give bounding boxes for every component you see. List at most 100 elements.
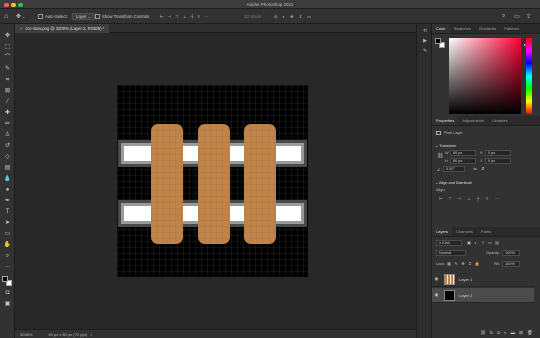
quick-mask-icon[interactable]: ◘ xyxy=(2,290,13,297)
healing-brush-icon[interactable]: ✚ xyxy=(2,110,13,117)
status-arrow-icon[interactable]: › xyxy=(91,332,92,337)
more-align-icon[interactable]: ··· xyxy=(494,196,500,201)
layer-style-icon[interactable]: fx xyxy=(490,330,494,336)
visibility-eye-icon[interactable]: ◉ xyxy=(432,292,441,298)
marquee-tool-icon[interactable]: ⬚ xyxy=(2,44,13,51)
blend-mode-dropdown[interactable]: Normal xyxy=(436,250,466,256)
tab-patterns[interactable]: Patterns xyxy=(500,24,523,33)
3d-roll-icon[interactable]: ◐ xyxy=(283,14,286,19)
rectangle-tool-icon[interactable]: ▭ xyxy=(2,231,13,238)
eraser-tool-icon[interactable]: ◇ xyxy=(2,154,13,161)
clone-stamp-icon[interactable]: ♙ xyxy=(2,132,13,139)
close-tab-icon[interactable]: × xyxy=(20,26,22,31)
align-right-edges-icon[interactable]: ⊤ xyxy=(175,14,179,19)
hand-tool-icon[interactable]: ✋ xyxy=(2,242,13,249)
document-canvas[interactable] xyxy=(117,85,308,277)
lock-all-icon[interactable]: 🔒 xyxy=(474,261,480,266)
brush-settings-icon[interactable]: ✎ xyxy=(421,48,429,54)
hue-slider[interactable] xyxy=(526,38,532,114)
hue-slider-handle[interactable]: ▸ xyxy=(524,42,526,47)
more-options-icon[interactable]: ··· xyxy=(204,14,208,19)
quick-selection-tool-icon[interactable]: ✎ xyxy=(2,66,13,73)
filter-type-icon[interactable]: T xyxy=(480,240,486,245)
history-brush-icon[interactable]: ↺ xyxy=(2,143,13,150)
tab-channels[interactable]: Channels xyxy=(452,227,477,236)
flip-vertical-icon[interactable]: ⇵ xyxy=(480,166,486,171)
zoom-tool-icon[interactable]: ⌕ xyxy=(2,253,13,260)
new-layer-icon[interactable]: ⊞ xyxy=(519,330,523,336)
workspace-icon[interactable]: ▭ xyxy=(514,13,520,20)
x-field[interactable]: 0 px xyxy=(485,150,511,156)
auto-select-checkbox[interactable] xyxy=(38,14,43,19)
tab-color[interactable]: Color xyxy=(432,24,450,33)
3d-scale-icon[interactable]: ▭ xyxy=(307,14,311,19)
blur-tool-icon[interactable]: 💧 xyxy=(2,176,13,183)
align-vertical-center-icon[interactable]: ┼ xyxy=(475,196,481,201)
search-icon[interactable]: ⌕ xyxy=(502,13,505,20)
eyedropper-tool-icon[interactable]: ⁄ xyxy=(2,99,13,106)
tab-properties[interactable]: Properties xyxy=(432,116,459,125)
add-mask-icon[interactable]: ◘ xyxy=(497,330,500,336)
lock-position-icon[interactable]: ✥ xyxy=(460,261,466,266)
filter-shape-icon[interactable]: ▭ xyxy=(487,240,493,245)
fill-field[interactable]: 100% xyxy=(502,261,520,267)
move-tool-icon[interactable]: ✥ xyxy=(2,33,13,40)
flip-horizontal-icon[interactable]: ⇋ xyxy=(472,166,478,171)
auto-select-dropdown[interactable]: Layer ⌄ xyxy=(72,13,96,20)
align-top-icon[interactable]: ⊥ xyxy=(466,196,472,201)
history-panel-icon[interactable]: ⟲ xyxy=(421,28,429,34)
lasso-tool-icon[interactable]: ⌒ xyxy=(2,55,13,62)
align-centers-icon[interactable]: ⊣ xyxy=(168,14,172,19)
align-bottom-icon[interactable]: ≡ xyxy=(484,196,490,201)
lock-transparent-icon[interactable]: ▦ xyxy=(446,261,452,266)
y-field[interactable]: 0 px xyxy=(485,158,511,164)
align-bottom-icon[interactable]: ≡ xyxy=(198,14,200,19)
foreground-color-swatch[interactable] xyxy=(2,276,8,282)
tab-adjustments[interactable]: Adjustments xyxy=(458,116,488,125)
3d-slide-icon[interactable]: ⇕ xyxy=(299,14,303,19)
visibility-eye-icon[interactable]: ◉ xyxy=(432,276,441,282)
tab-swatches[interactable]: Swatches xyxy=(450,24,475,33)
align-top-edges-icon[interactable]: ⊥ xyxy=(183,14,187,19)
link-layers-icon[interactable]: ⛓ xyxy=(480,330,486,336)
delete-layer-icon[interactable]: 🗑 xyxy=(527,330,533,336)
filter-pixel-icon[interactable]: ▣ xyxy=(466,240,472,245)
align-middle-icon[interactable]: ┼ xyxy=(191,14,194,19)
layer-name[interactable]: Layer 2 xyxy=(459,293,472,298)
align-left-icon[interactable]: ⊢ xyxy=(438,196,444,201)
path-selection-icon[interactable]: ➤ xyxy=(2,220,13,227)
show-transform-checkbox[interactable] xyxy=(95,14,100,19)
lock-image-icon[interactable]: ✎ xyxy=(453,261,459,266)
type-tool-icon[interactable]: T xyxy=(2,209,13,216)
tab-layers[interactable]: Layers xyxy=(432,227,453,236)
screen-mode-icon[interactable]: ▣ xyxy=(2,301,13,308)
layer-row-layer-2[interactable]: ◉ Layer 2 xyxy=(432,288,534,303)
filter-smart-object-icon[interactable]: ▤ xyxy=(494,240,500,245)
new-group-icon[interactable]: ▬ xyxy=(511,330,516,336)
brush-tool-icon[interactable]: ✏ xyxy=(2,121,13,128)
dodge-tool-icon[interactable]: ● xyxy=(2,187,13,194)
crop-tool-icon[interactable]: ⌗ xyxy=(2,77,13,84)
color-picker-field[interactable] xyxy=(449,38,521,114)
gradient-tool-icon[interactable]: ▤ xyxy=(2,165,13,172)
lock-artboard-icon[interactable]: ⌗ xyxy=(467,261,473,266)
pen-tool-icon[interactable]: ✒ xyxy=(2,198,13,205)
tab-paths[interactable]: Paths xyxy=(477,227,495,236)
align-horizontal-center-icon[interactable]: ⊤ xyxy=(447,196,453,201)
color-foreground-swatch[interactable] xyxy=(435,38,441,44)
filter-adjustment-icon[interactable]: ◐ xyxy=(473,240,479,245)
3d-orbit-icon[interactable]: ◎ xyxy=(274,14,278,19)
height-field[interactable]: 80 px xyxy=(450,158,476,164)
tab-libraries[interactable]: Libraries xyxy=(488,116,511,125)
adjustment-layer-icon[interactable]: ◐ xyxy=(504,330,507,336)
align-right-icon[interactable]: ⊣ xyxy=(456,196,462,201)
layer-filter-kind[interactable]: ⌕ Kind xyxy=(436,240,462,246)
frame-tool-icon[interactable]: ⊠ xyxy=(2,88,13,95)
actions-panel-icon[interactable]: ▶ xyxy=(421,38,429,44)
home-icon[interactable]: ⌂ xyxy=(4,13,8,20)
width-field[interactable]: 80 px xyxy=(450,150,476,156)
document-tab[interactable]: × cnr–bow.png @ 3200% (Layer 2, RGB/8) * xyxy=(15,24,110,33)
move-tool-icon[interactable]: ✥ xyxy=(16,13,21,20)
angle-field[interactable]: 0.00° xyxy=(443,166,465,172)
zoom-level[interactable]: 3048% xyxy=(20,332,32,337)
